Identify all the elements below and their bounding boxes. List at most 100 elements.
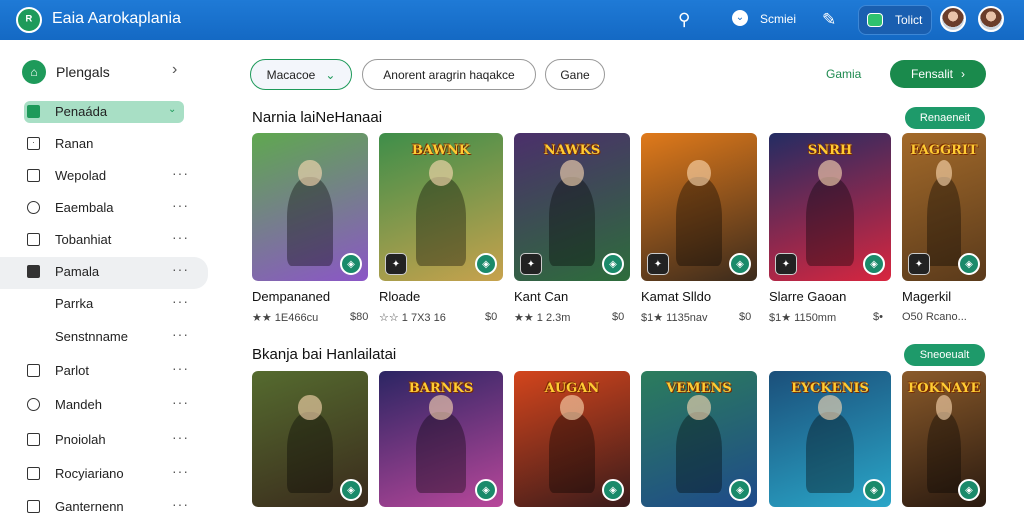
sidebar-item-penaada[interactable]: Penaáda ⌄ xyxy=(0,97,208,127)
character-head xyxy=(817,395,843,420)
game-card[interactable]: VEMENS ◈ xyxy=(641,371,757,507)
grid-icon xyxy=(27,105,40,118)
filter-link[interactable]: Gamia xyxy=(826,67,861,81)
character-figure xyxy=(548,177,596,267)
sidebar-item-label: Eaembala xyxy=(55,200,114,215)
game-card[interactable]: SNRH ◈ ✦ xyxy=(769,133,891,281)
sidebar-item-eaembala[interactable]: Eaembala ··· xyxy=(0,193,208,223)
sidebar-item-wepolad[interactable]: Wepolad ··· xyxy=(0,161,208,191)
sidebar-item-ranan[interactable]: · Ranan xyxy=(0,129,208,159)
sidebar-item-parlot[interactable]: Parlot ··· xyxy=(0,356,208,386)
filter-chip[interactable]: Gane xyxy=(545,59,605,90)
game-card[interactable]: FAGGRIT ◈ ✦ xyxy=(902,133,986,281)
sidebar: ⌂ Plengals › Penaáda ⌄ · Ranan Wepolad ·… xyxy=(0,40,208,514)
chevron-down-icon: ⌄ xyxy=(325,67,336,82)
more-icon[interactable]: ··· xyxy=(172,197,189,213)
sidebar-item-label: Pnoiolah xyxy=(55,432,106,447)
chevron-right-icon[interactable]: › xyxy=(172,61,177,79)
sidebar-item-pnoiolah[interactable]: Pnoiolah ··· xyxy=(0,425,208,455)
app-logo-icon[interactable]: ᴿ xyxy=(16,7,42,33)
flag-icon xyxy=(27,265,40,278)
more-icon[interactable]: ··· xyxy=(172,261,189,277)
game-title[interactable]: Magerkil xyxy=(902,289,951,304)
filter-chip-dropdown[interactable]: Macacoe ⌄ xyxy=(250,59,352,90)
game-logo-text: NAWKS xyxy=(543,143,601,158)
more-icon[interactable]: ··· xyxy=(172,293,189,309)
more-icon[interactable]: ··· xyxy=(172,229,189,245)
section-action-button[interactable]: Sneoeualt xyxy=(904,344,985,366)
platform-badge-icon: ◈ xyxy=(340,253,362,275)
game-logo-text: FOKNAYE xyxy=(908,381,981,396)
game-card[interactable]: EYCKENIS ◈ xyxy=(769,371,891,507)
game-card[interactable]: FOKNAYE ◈ xyxy=(902,371,986,507)
chat-icon xyxy=(867,13,883,27)
primary-button-label: Fensalit xyxy=(910,67,954,81)
clock-icon xyxy=(27,398,40,411)
sidebar-item-label: Tobanhiat xyxy=(55,232,112,247)
game-card[interactable]: ◈ xyxy=(252,133,368,281)
filter-chip-label: Macacoe xyxy=(266,67,316,82)
character-head xyxy=(687,395,711,420)
avatar[interactable] xyxy=(940,6,966,32)
section-action-button[interactable]: Renaeneit xyxy=(905,107,985,129)
profile-avatar[interactable] xyxy=(978,6,1004,32)
game-title[interactable]: Slarre Gaoan xyxy=(769,289,846,304)
account-label[interactable]: Scmiei xyxy=(760,12,796,26)
more-icon[interactable]: ··· xyxy=(172,165,189,181)
more-icon[interactable]: ··· xyxy=(172,326,189,342)
character-figure xyxy=(416,411,466,494)
game-rating: ★★ 1E466cu xyxy=(252,312,319,324)
game-card[interactable]: BAWNK ◈ ✦ xyxy=(379,133,503,281)
platform-badge-icon: ◈ xyxy=(602,479,624,501)
more-icon[interactable]: ··· xyxy=(172,496,189,512)
platform-badge-icon: ◈ xyxy=(958,479,980,501)
game-title[interactable]: Rloade xyxy=(379,289,420,304)
character-figure xyxy=(286,411,334,494)
platform-badge-icon: ◈ xyxy=(958,253,980,275)
sidebar-item-mandeh[interactable]: Mandeh ··· xyxy=(0,390,208,420)
more-icon[interactable]: ··· xyxy=(172,394,189,410)
sidebar-item-parrka[interactable]: Parrka ··· xyxy=(0,289,208,319)
sidebar-item-label: Rocyiariano xyxy=(55,466,124,481)
game-card[interactable]: ◈ ✦ xyxy=(641,133,757,281)
search-icon[interactable]: ⚲ xyxy=(678,9,690,31)
character-head xyxy=(560,159,584,187)
game-title[interactable]: Dempananed xyxy=(252,289,330,304)
platform-badge-icon: ◈ xyxy=(729,253,751,275)
game-rating: ☆☆ 1 7X3 16 xyxy=(379,312,446,324)
game-logo-text: AUGAN xyxy=(544,381,600,396)
chevron-down-icon[interactable]: ⌄ xyxy=(168,104,177,115)
sidebar-item-ganternenn[interactable]: Ganternenn ··· xyxy=(0,492,208,522)
sidebar-item-rocyiariano[interactable]: Rocyiariano ··· xyxy=(0,459,208,489)
game-logo-text: EYCKENIS xyxy=(791,381,869,396)
more-icon[interactable]: ··· xyxy=(172,429,189,445)
sidebar-item-label: Pamala xyxy=(55,264,100,279)
more-icon[interactable]: ··· xyxy=(172,463,189,479)
platform-badge-icon: ◈ xyxy=(863,253,885,275)
game-card[interactable]: BARNKS ◈ xyxy=(379,371,503,507)
chevron-down-icon[interactable]: ⌄ xyxy=(732,10,748,26)
character-figure xyxy=(805,411,855,494)
feather-icon[interactable]: ✎ xyxy=(822,9,836,31)
game-card[interactable]: ◈ xyxy=(252,371,368,507)
platform-badge-icon: ◈ xyxy=(340,479,362,501)
sidebar-item-label: Penaáda xyxy=(55,104,108,119)
game-price: $0 xyxy=(739,311,752,323)
box-icon xyxy=(27,364,40,377)
game-title[interactable]: Kant Can xyxy=(514,289,568,304)
character-head xyxy=(687,159,711,187)
more-icon[interactable]: ··· xyxy=(172,360,189,376)
game-card[interactable]: NAWKS ◈ ✦ xyxy=(514,133,630,281)
filter-chip[interactable]: Anorent aragrin haqakce xyxy=(362,59,536,90)
game-title[interactable]: Kamat Slldo xyxy=(641,289,711,304)
square-icon: · xyxy=(27,137,40,150)
sidebar-header[interactable]: ⌂ Plengals › xyxy=(22,60,192,84)
sidebar-item-senstnname[interactable]: Senstnname ··· xyxy=(0,322,208,352)
history-icon xyxy=(27,201,40,214)
status-pill[interactable]: Tolict xyxy=(858,5,932,35)
file-icon xyxy=(27,169,40,182)
sidebar-item-pamala[interactable]: Pamala ··· xyxy=(0,257,208,289)
primary-button[interactable]: Fensalit › xyxy=(890,60,986,88)
sidebar-item-tobanhiat[interactable]: Tobanhiat ··· xyxy=(0,225,208,255)
game-card[interactable]: AUGAN ◈ xyxy=(514,371,630,507)
